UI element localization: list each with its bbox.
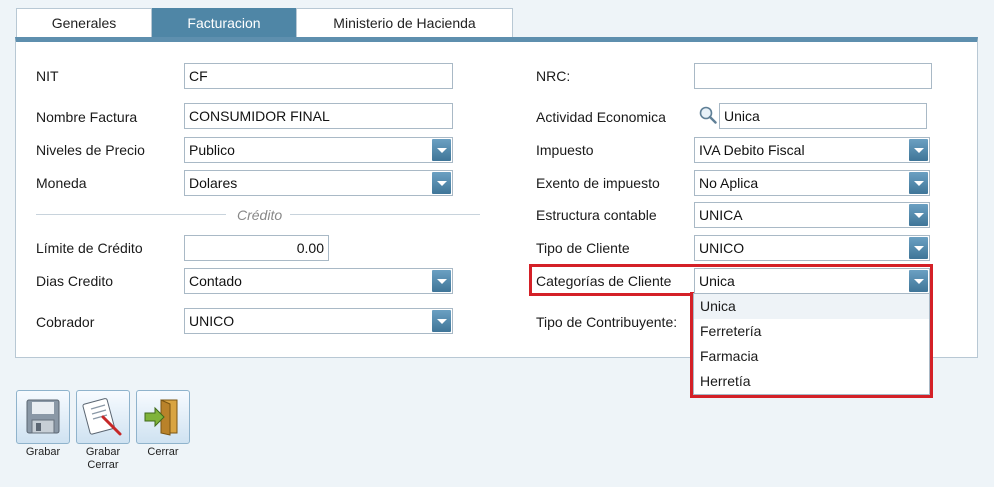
nombre-factura-field[interactable]: CONSUMIDOR FINAL [184,103,453,129]
dias-credito-label: Dias Credito [36,273,114,289]
actividad-economica-label: Actividad Economica [536,109,666,125]
dias-credito-value: Contado [189,273,242,289]
grabar-cerrar-label: Grabar Cerrar [76,446,130,472]
grabar-cerrar-button[interactable] [76,390,130,444]
niveles-precio-label: Niveles de Precio [36,142,145,158]
moneda-select[interactable]: Dolares [184,170,453,196]
cobrador-value: UNICO [189,313,235,329]
dias-credito-select[interactable]: Contado [184,268,453,294]
tipo-contribuyente-label: Tipo de Contribuyente: [536,314,678,330]
credito-divider-left [36,214,226,215]
exento-impuesto-value: No Aplica [699,175,759,191]
impuesto-label: Impuesto [536,142,594,158]
nombre-factura-label: Nombre Factura [36,109,138,125]
impuesto-select[interactable]: IVA Debito Fiscal [694,137,930,163]
tipo-cliente-label: Tipo de Cliente [536,240,630,256]
exit-door-icon [144,399,178,436]
chevron-down-icon[interactable] [432,310,451,332]
cobrador-label: Cobrador [36,314,95,330]
list-item[interactable]: Unica [694,294,929,319]
grabar-cerrar-label-line1: Grabar [85,446,121,458]
exento-impuesto-select[interactable]: No Aplica [694,170,930,196]
cobrador-select[interactable]: UNICO [184,308,453,334]
chevron-down-icon[interactable] [909,139,928,161]
tipo-cliente-select[interactable]: UNICO [694,235,930,261]
moneda-value: Dolares [189,175,238,191]
cerrar-label: Cerrar [147,446,179,458]
estructura-contable-label: Estructura contable [536,207,657,223]
tipo-cliente-value: UNICO [699,240,745,256]
tab-ministerio-hacienda[interactable]: Ministerio de Hacienda [296,8,513,37]
categorias-cliente-label: Categorías de Cliente [536,273,672,289]
chevron-down-icon[interactable] [909,237,928,259]
moneda-label: Moneda [36,175,87,191]
search-icon[interactable] [699,106,717,124]
categorias-dropdown-list: Unica Ferretería Farmacia Herretía [693,293,930,395]
categorias-cliente-value: Unica [699,273,735,289]
tab-facturacion[interactable]: Facturacion [152,8,296,37]
edit-document-icon [82,398,122,436]
nrc-label: NRC: [536,68,571,84]
list-item[interactable]: Herretía [694,369,929,394]
impuesto-value: IVA Debito Fiscal [699,142,805,158]
estructura-contable-value: UNICA [699,207,743,223]
niveles-precio-value: Publico [189,142,235,158]
grabar-label: Grabar [25,446,61,458]
chevron-down-icon[interactable] [432,139,451,161]
grabar-cerrar-label-line2: Cerrar [87,459,119,471]
grabar-button[interactable] [16,390,70,444]
estructura-contable-select[interactable]: UNICA [694,202,930,228]
cerrar-button[interactable] [136,390,190,444]
list-item[interactable]: Farmacia [694,344,929,369]
categorias-cliente-select[interactable]: Unica [694,268,930,294]
floppy-disk-icon [26,399,60,434]
exento-impuesto-label: Exento de impuesto [536,175,660,191]
credito-divider-right [290,214,480,215]
chevron-down-icon[interactable] [432,270,451,292]
list-item[interactable]: Ferretería [694,319,929,344]
limite-credito-field[interactable]: 0.00 [184,235,329,261]
credito-section-label: Crédito [237,207,283,223]
chevron-down-icon[interactable] [432,172,451,194]
limite-credito-label: Límite de Crédito [36,240,143,256]
chevron-down-icon[interactable] [909,204,928,226]
actividad-economica-field[interactable]: Unica [719,103,927,129]
nit-field[interactable]: CF [184,63,453,89]
chevron-down-icon[interactable] [909,172,928,194]
niveles-precio-select[interactable]: Publico [184,137,453,163]
nrc-field[interactable] [694,63,932,89]
nit-label: NIT [36,68,59,84]
tab-generales[interactable]: Generales [16,8,152,37]
chevron-down-icon[interactable] [909,270,928,292]
